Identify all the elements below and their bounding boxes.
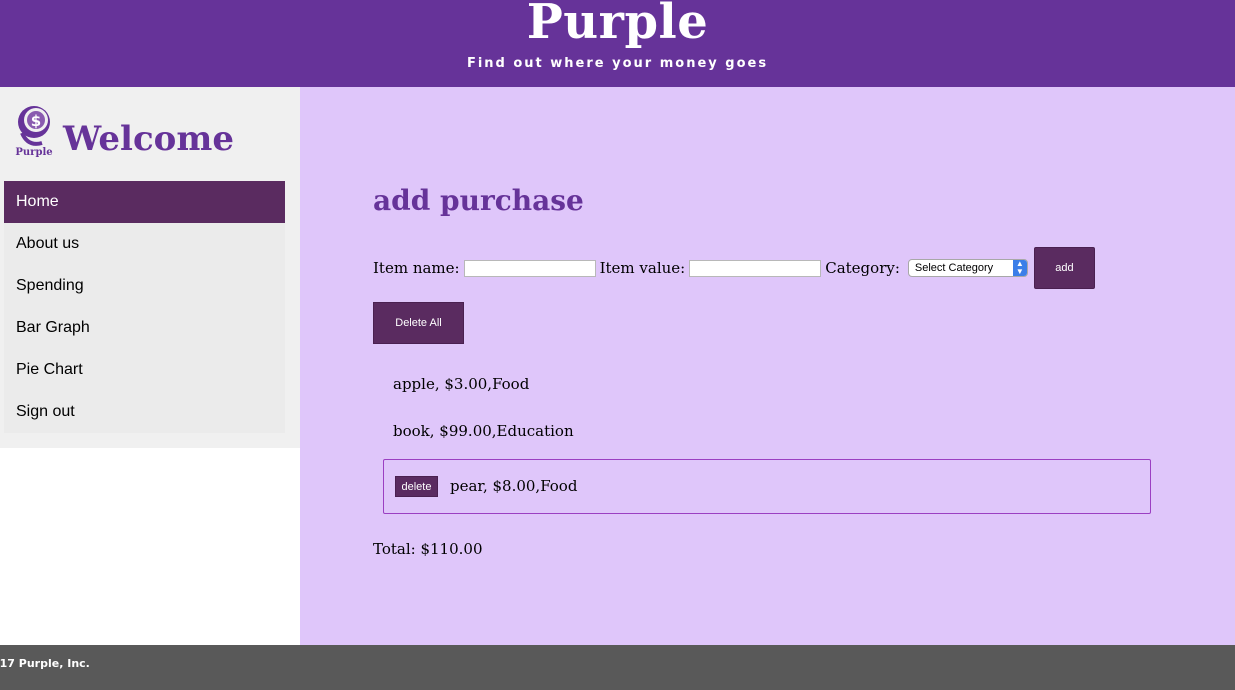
sidebar-item-sign-out[interactable]: Sign out <box>4 391 285 433</box>
welcome-heading: Welcome <box>63 119 234 159</box>
purchase-total: Total: $110.00 <box>373 540 483 558</box>
category-select-value: Select Category <box>914 262 994 274</box>
site-title: Purple <box>526 0 709 50</box>
category-select[interactable]: Select Category ▲ ▼ <box>907 259 1028 277</box>
svg-text:$: $ <box>31 112 41 130</box>
purchase-form: Item name: Item value: Category: Select … <box>373 247 1095 289</box>
selected-purchase-item[interactable]: delete pear, $8.00,Food <box>383 459 1151 514</box>
sidebar-item-about-us[interactable]: About us <box>4 223 285 265</box>
item-name-label: Item name: <box>373 259 460 277</box>
sidebar-item-bar-graph[interactable]: Bar Graph <box>4 307 285 349</box>
select-arrows-icon: ▲ ▼ <box>1012 260 1027 276</box>
add-button[interactable]: add <box>1033 247 1095 289</box>
site-footer: 017 Purple, Inc. <box>0 645 1235 690</box>
sidebar-nav: Home About us Spending Bar Graph Pie Cha… <box>4 181 285 433</box>
item-value-label: Item value: <box>599 259 686 277</box>
item-name-input[interactable] <box>463 259 596 277</box>
copyright-text: 017 Purple, Inc. <box>0 657 90 670</box>
main-content: add purchase Item name: Item value: Cate… <box>300 87 1235 645</box>
purchase-item: apple, $3.00,Food <box>393 375 530 393</box>
sidebar-item-pie-chart[interactable]: Pie Chart <box>4 349 285 391</box>
purchase-item: book, $99.00,Education <box>393 422 574 440</box>
delete-button[interactable]: delete <box>395 476 438 497</box>
site-tagline: Find out where your money goes <box>466 56 769 71</box>
sidebar-item-spending[interactable]: Spending <box>4 265 285 307</box>
logo-text: Purple <box>15 147 52 157</box>
site-header: Purple Find out where your money goes <box>0 0 1235 87</box>
purple-logo-icon: $ Purple <box>15 106 53 157</box>
sidebar-item-home[interactable]: Home <box>4 181 285 223</box>
delete-all-button[interactable]: Delete All <box>373 302 464 344</box>
page-title: add purchase <box>373 184 584 217</box>
purchase-item-text: pear, $8.00,Food <box>450 477 578 495</box>
item-value-input[interactable] <box>689 259 822 277</box>
category-label: Category: <box>825 259 900 277</box>
